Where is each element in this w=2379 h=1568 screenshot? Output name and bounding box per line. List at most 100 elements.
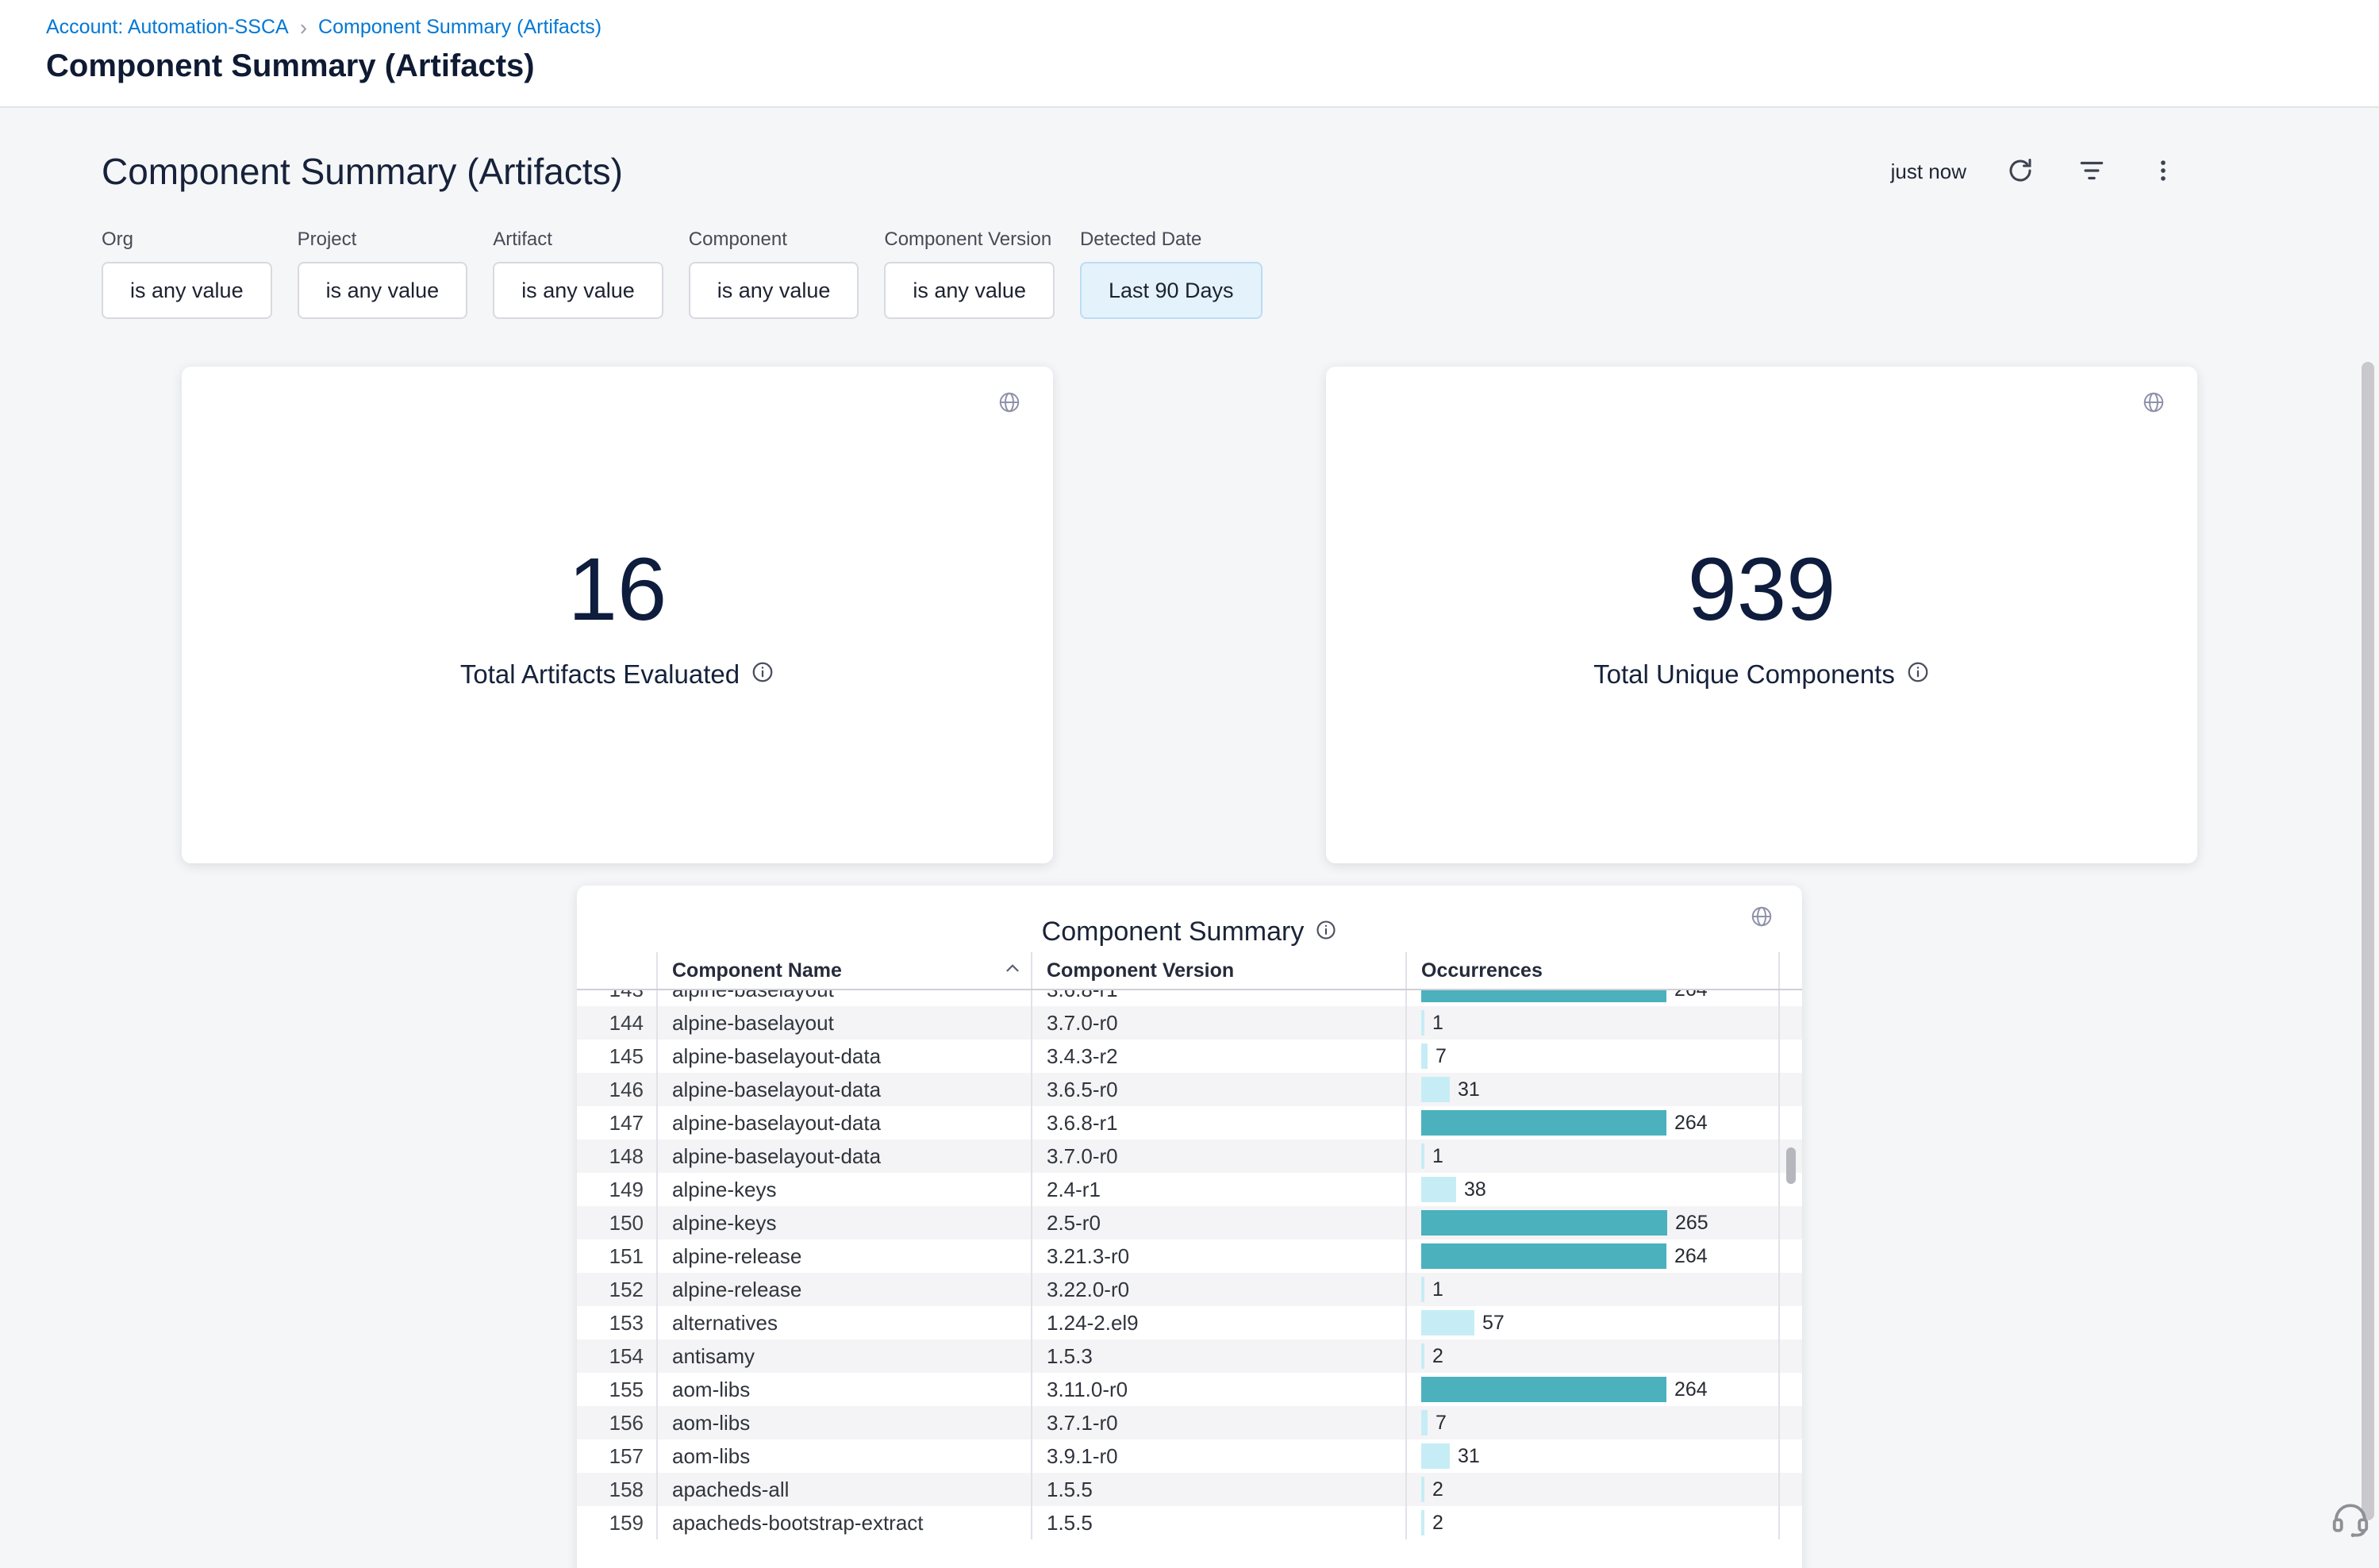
occurrences-cell: 264 <box>1405 1373 1778 1406</box>
row-gutter <box>1778 1506 1802 1539</box>
info-icon[interactable] <box>1906 660 1930 688</box>
table-row[interactable]: 150alpine-keys2.5-r0265 <box>577 1206 1802 1239</box>
row-gutter <box>1778 1040 1802 1073</box>
component-name-cell: aom-libs <box>656 1439 1031 1473</box>
filter-button[interactable] <box>2074 154 2109 189</box>
kebab-menu-button[interactable] <box>2146 154 2181 189</box>
component-name-header[interactable]: Component Name <box>656 952 1031 989</box>
page-scrollbar-thumb[interactable] <box>2362 362 2374 1520</box>
page: Account: Automation-SSCA › Component Sum… <box>0 0 2379 1568</box>
table-scrollbar-thumb[interactable] <box>1786 1147 1796 1184</box>
table-row[interactable]: 151alpine-release3.21.3-r0264 <box>577 1239 1802 1273</box>
globe-icon[interactable] <box>997 390 1021 418</box>
table-row[interactable]: 147alpine-baselayout-data3.6.8-r1264 <box>577 1106 1802 1139</box>
component-version-header[interactable]: Component Version <box>1031 952 1405 989</box>
component-version-cell: 3.7.1-r0 <box>1031 1406 1405 1439</box>
table-row[interactable]: 156aom-libs3.7.1-r07 <box>577 1406 1802 1439</box>
component-name-cell: alternatives <box>656 1306 1031 1339</box>
breadcrumb-current-link[interactable]: Component Summary (Artifacts) <box>318 16 601 39</box>
table-row[interactable]: 149alpine-keys2.4-r138 <box>577 1173 1802 1206</box>
component-version-cell: 3.7.0-r0 <box>1031 1006 1405 1040</box>
occurrence-bar <box>1421 1377 1666 1402</box>
table-row[interactable]: 154antisamy1.5.32 <box>577 1339 1802 1373</box>
table-row[interactable]: 157aom-libs3.9.1-r031 <box>577 1439 1802 1473</box>
row-index: 143 <box>577 990 656 1006</box>
occurrence-bar <box>1421 1477 1424 1502</box>
occurrence-bar <box>1421 1110 1666 1136</box>
globe-icon[interactable] <box>2142 390 2166 418</box>
component-name-cell: alpine-release <box>656 1239 1031 1273</box>
row-index: 148 <box>577 1139 656 1173</box>
occurrence-bar <box>1421 1143 1424 1169</box>
breadcrumb-account-link[interactable]: Account: Automation-SSCA <box>46 16 289 39</box>
occurrence-bar <box>1421 1177 1456 1202</box>
table-row-partial: 143alpine-baselayout3.6.8-r1264 <box>577 990 1802 1006</box>
row-index: 154 <box>577 1339 656 1373</box>
occurrences-cell: 264 <box>1405 990 1778 1006</box>
component-name-cell: alpine-baselayout <box>656 990 1031 1006</box>
row-index: 155 <box>577 1373 656 1406</box>
occurrence-value: 38 <box>1464 1178 1486 1201</box>
row-gutter <box>1778 1073 1802 1106</box>
total-components-label: Total Unique Components <box>1593 659 1895 690</box>
total-components-value: 939 <box>1688 540 1836 638</box>
component-version-cell: 3.6.8-r1 <box>1031 990 1405 1006</box>
row-gutter <box>1778 1006 1802 1040</box>
occurrence-bar <box>1421 1343 1424 1369</box>
row-gutter <box>1778 1306 1802 1339</box>
occurrence-bar <box>1421 1443 1450 1469</box>
row-gutter <box>1778 1373 1802 1406</box>
table-row[interactable]: 153alternatives1.24-2.el957 <box>577 1306 1802 1339</box>
filter-component-dropdown[interactable]: is any value <box>689 262 859 319</box>
table-row[interactable]: 158apacheds-all1.5.52 <box>577 1473 1802 1506</box>
filter-label: Detected Date <box>1080 229 1263 251</box>
dashboard-header: Component Summary (Artifacts) just now <box>0 146 2379 197</box>
filter-detected-date-dropdown[interactable]: Last 90 Days <box>1080 262 1263 319</box>
occurrences-header[interactable]: Occurrences <box>1405 952 1778 989</box>
filter-component-version-dropdown[interactable]: is any value <box>884 262 1055 319</box>
table-row[interactable]: 152alpine-release3.22.0-r01 <box>577 1273 1802 1306</box>
table-row[interactable]: 159apacheds-bootstrap-extract1.5.52 <box>577 1506 1802 1539</box>
row-index: 156 <box>577 1406 656 1439</box>
component-version-cell: 1.24-2.el9 <box>1031 1306 1405 1339</box>
occurrence-bar <box>1421 1277 1424 1302</box>
filter-artifact-dropdown[interactable]: is any value <box>493 262 663 319</box>
filter-org-dropdown[interactable]: is any value <box>102 262 272 319</box>
table-row[interactable]: 145alpine-baselayout-data3.4.3-r27 <box>577 1040 1802 1073</box>
row-gutter <box>1778 1206 1802 1239</box>
dashboard-title: Component Summary (Artifacts) <box>102 150 623 193</box>
support-button[interactable] <box>2328 1497 2373 1541</box>
breadcrumb-separator-icon: › <box>300 17 307 39</box>
total-artifacts-card: 16 Total Artifacts Evaluated <box>182 367 1053 863</box>
component-name-cell: alpine-baselayout-data <box>656 1139 1031 1173</box>
component-version-cell: 3.6.8-r1 <box>1031 1106 1405 1139</box>
table-row[interactable]: 148alpine-baselayout-data3.7.0-r01 <box>577 1139 1802 1173</box>
component-version-cell: 1.5.5 <box>1031 1473 1405 1506</box>
table-rows: 143alpine-baselayout3.6.8-r1264144alpine… <box>577 990 1802 1568</box>
component-version-cell: 1.5.3 <box>1031 1339 1405 1373</box>
occurrence-bar <box>1421 1010 1424 1036</box>
sort-ascending-icon[interactable] <box>1002 958 1023 984</box>
component-version-cell: 1.5.5 <box>1031 1506 1405 1539</box>
refresh-button[interactable] <box>2003 154 2038 189</box>
filter-label: Project <box>298 229 468 251</box>
table-row[interactable]: 144alpine-baselayout3.7.0-r01 <box>577 1006 1802 1040</box>
occurrences-cell: 264 <box>1405 1106 1778 1139</box>
row-gutter <box>1778 1106 1802 1139</box>
globe-icon[interactable] <box>1750 905 1774 932</box>
table-row[interactable]: 155aom-libs3.11.0-r0264 <box>577 1373 1802 1406</box>
component-name-cell: alpine-baselayout-data <box>656 1040 1031 1073</box>
row-gutter <box>1778 1273 1802 1306</box>
occurrences-cell: 1 <box>1405 1273 1778 1306</box>
occurrence-value: 264 <box>1674 1245 1708 1268</box>
info-icon[interactable] <box>1315 919 1337 945</box>
table-row[interactable]: 146alpine-baselayout-data3.6.5-r031 <box>577 1073 1802 1106</box>
table-row[interactable]: 143alpine-baselayout3.6.8-r1264 <box>577 990 1802 1006</box>
total-artifacts-value: 16 <box>568 540 667 638</box>
component-name-cell: aom-libs <box>656 1406 1031 1439</box>
row-index: 151 <box>577 1239 656 1273</box>
occurrence-value: 1 <box>1432 1278 1443 1301</box>
info-icon[interactable] <box>751 660 774 688</box>
support-icon <box>2329 1497 2372 1542</box>
filter-project-dropdown[interactable]: is any value <box>298 262 468 319</box>
